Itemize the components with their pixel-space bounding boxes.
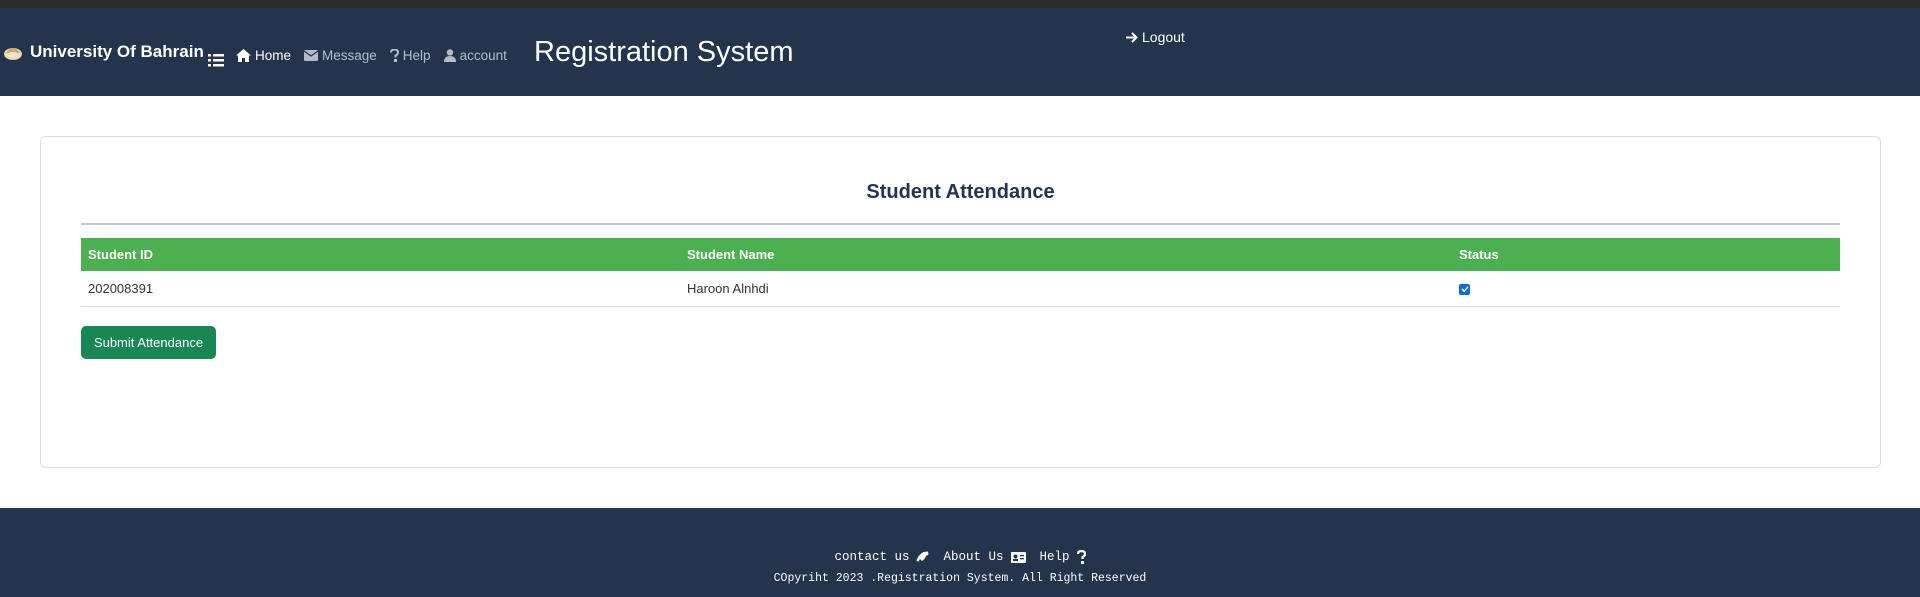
nav-account-label: account [459, 48, 507, 63]
footer-contact-link[interactable]: contact us [834, 550, 929, 564]
footer-help-link[interactable]: Help [1040, 550, 1086, 564]
home-icon [236, 49, 251, 62]
envelope-icon [304, 50, 319, 61]
nav-message[interactable]: Message [304, 48, 377, 63]
attendance-table: Student ID Student Name Status 202008391… [81, 238, 1840, 307]
footer-about-link[interactable]: About Us [943, 550, 1026, 564]
nav-home-label: Home [255, 48, 292, 63]
user-icon [443, 49, 456, 62]
brand-link[interactable]: University Of Bahrain [3, 42, 204, 62]
submit-attendance-button[interactable]: Submit Attendance [81, 326, 216, 359]
checkmark-icon [1460, 286, 1469, 293]
card-title: Student Attendance [866, 181, 1055, 203]
id-card-icon [1010, 551, 1026, 563]
status-checkbox[interactable] [1459, 283, 1470, 295]
logout-link[interactable]: Logout [1126, 29, 1185, 45]
footer-links: contact us About Us Help [0, 550, 1920, 564]
nav-account[interactable]: account [443, 48, 507, 63]
footer: contact us About Us Help COpyriht 2023 .… [0, 508, 1920, 597]
nav-help-label: Help [402, 48, 431, 63]
title-divider [81, 223, 1840, 225]
attendance-card: Student Attendance Student ID Student Na… [40, 136, 1881, 468]
arrow-right-icon [1126, 31, 1138, 43]
header-student-id: Student ID [81, 238, 680, 271]
question-icon [389, 49, 399, 62]
nav-message-label: Message [322, 48, 377, 63]
phone-icon [916, 551, 929, 561]
footer-help-label: Help [1039, 550, 1070, 564]
page-title: Registration System [534, 36, 794, 68]
cell-student-name: Haroon Alnhdi [680, 271, 1452, 307]
nav-home[interactable]: Home [236, 48, 291, 63]
top-strip [0, 0, 1920, 8]
table-row: 202008391 Haroon Alnhdi [81, 271, 1840, 307]
cell-student-id: 202008391 [81, 271, 680, 307]
brand-name: University Of Bahrain [30, 42, 204, 61]
footer-contact-label: contact us [834, 550, 910, 564]
table-header-row: Student ID Student Name Status [81, 238, 1840, 271]
cell-status [1452, 271, 1840, 307]
nav-help[interactable]: Help [389, 48, 431, 63]
copyright-text: COpyriht 2023 .Registration System. All … [773, 572, 1147, 585]
header-status: Status [1452, 238, 1840, 271]
list-icon[interactable] [208, 52, 224, 68]
university-logo-icon [4, 48, 22, 60]
logout-label: Logout [1142, 29, 1185, 45]
navbar: University Of Bahrain Home Message Help … [0, 8, 1920, 96]
footer-about-label: About Us [943, 550, 1004, 564]
header-student-name: Student Name [680, 238, 1452, 271]
nav-links: Home Message Help account [236, 48, 520, 63]
question-icon [1076, 550, 1086, 564]
